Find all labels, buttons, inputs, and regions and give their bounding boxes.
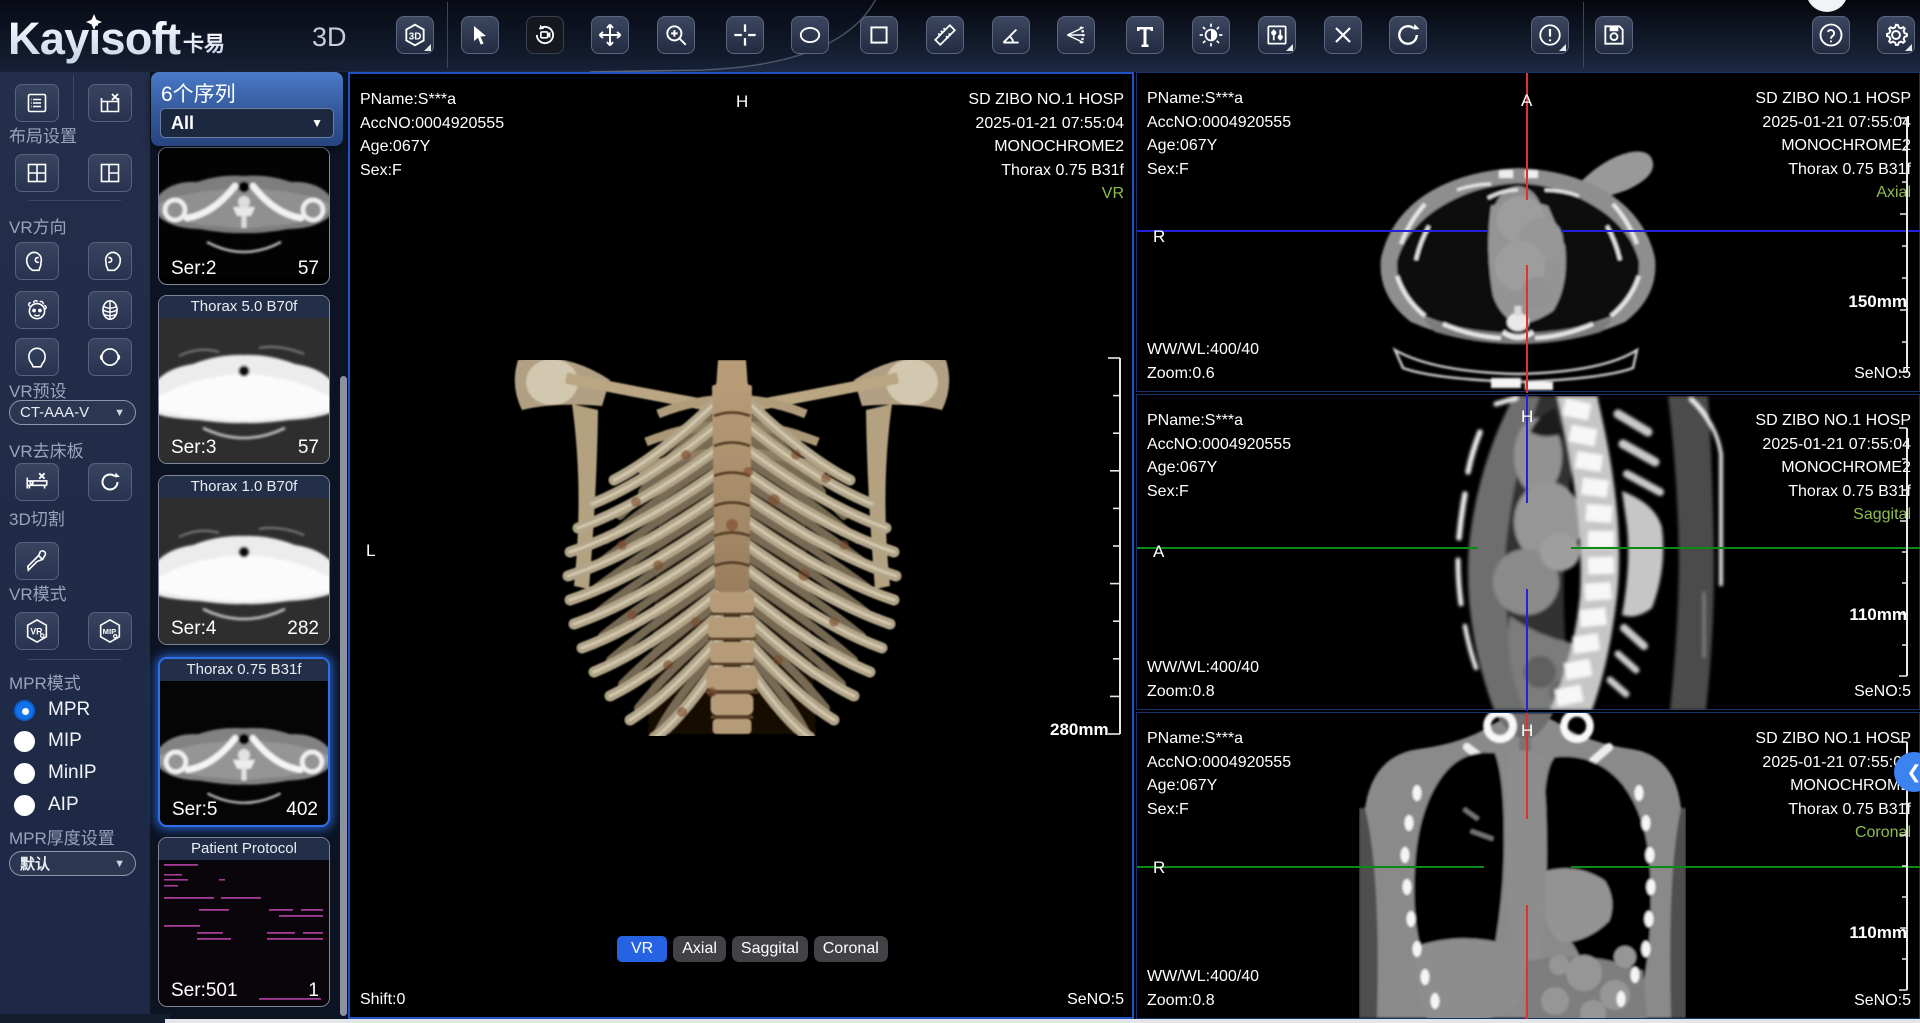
svg-text:3D: 3D (409, 31, 421, 42)
svg-text:卡易: 卡易 (183, 33, 225, 56)
